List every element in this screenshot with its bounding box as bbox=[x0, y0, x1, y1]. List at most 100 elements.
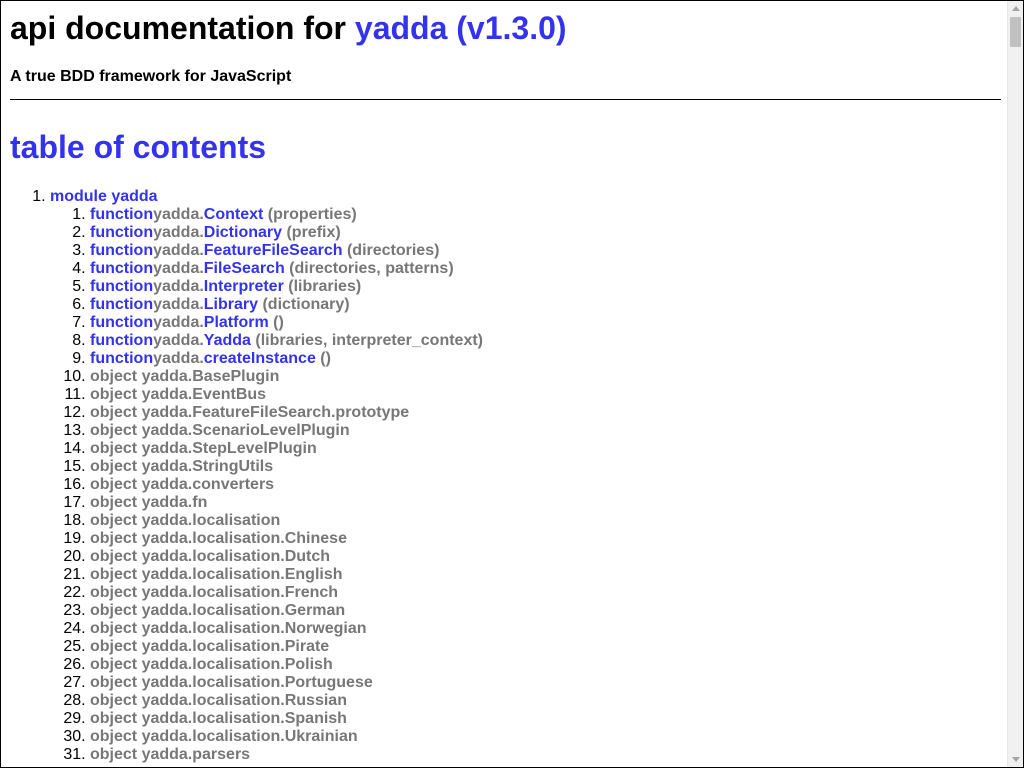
object-item: object yadda.ScenarioLevelPlugin bbox=[90, 422, 483, 440]
object-label: object yadda.localisation bbox=[90, 512, 281, 529]
function-keyword-link[interactable]: function bbox=[90, 260, 153, 277]
function-name-link[interactable]: Interpreter bbox=[204, 278, 284, 295]
title-prefix: api documentation for bbox=[10, 10, 355, 46]
object-label: object yadda.BasePlugin bbox=[90, 368, 280, 385]
namespace-label: yadda. bbox=[153, 332, 204, 349]
object-label: object yadda.EventBus bbox=[90, 386, 267, 403]
object-item: object yadda.localisation.Russian bbox=[90, 692, 483, 710]
page-subtitle: A true BDD framework for JavaScript bbox=[10, 68, 292, 85]
page-frame: api documentation for yadda (v1.3.0) A t… bbox=[0, 0, 1024, 768]
function-name-link[interactable]: createInstance bbox=[204, 350, 316, 367]
object-item: object yadda.localisation bbox=[90, 512, 483, 530]
object-item: object yadda.EventBus bbox=[90, 386, 483, 404]
object-label: object yadda.localisation.Spanish bbox=[90, 710, 347, 727]
object-item: object yadda.FeatureFileSearch.prototype bbox=[90, 404, 483, 422]
object-label: object yadda.localisation.Norwegian bbox=[90, 620, 367, 637]
namespace-label: yadda. bbox=[153, 260, 204, 277]
object-label: object yadda.localisation.Polish bbox=[90, 656, 333, 673]
object-item: object yadda.localisation.Portuguese bbox=[90, 674, 483, 692]
namespace-label: yadda. bbox=[153, 350, 204, 367]
function-name-link[interactable]: Context bbox=[204, 206, 264, 223]
function-args: (libraries, interpreter_context) bbox=[250, 332, 483, 349]
scroll-up-icon[interactable] bbox=[1012, 6, 1020, 11]
function-keyword-link[interactable]: function bbox=[90, 332, 153, 349]
function-name-link[interactable]: Platform bbox=[204, 314, 269, 331]
object-item: object yadda.localisation.Ukrainian bbox=[90, 728, 483, 746]
function-args: (prefix) bbox=[282, 224, 341, 241]
function-item: functionyadda.Platform () bbox=[90, 314, 483, 332]
scroll-thumb[interactable] bbox=[1010, 17, 1021, 47]
object-label: object yadda.ScenarioLevelPlugin bbox=[90, 422, 350, 439]
object-label: object yadda.converters bbox=[90, 476, 275, 493]
object-item: object yadda.fn bbox=[90, 494, 483, 512]
page-title: api documentation for yadda (v1.3.0) bbox=[10, 9, 567, 47]
object-item: object yadda.StringUtils bbox=[90, 458, 483, 476]
function-name-link[interactable]: FeatureFileSearch bbox=[204, 242, 343, 259]
function-keyword-link[interactable]: function bbox=[90, 224, 153, 241]
namespace-label: yadda. bbox=[153, 242, 204, 259]
function-args: (directories, patterns) bbox=[284, 260, 454, 277]
namespace-label: yadda. bbox=[153, 314, 204, 331]
member-list: functionyadda.Context (properties)functi… bbox=[50, 206, 483, 764]
object-label: object yadda.StepLevelPlugin bbox=[90, 440, 317, 457]
object-label: object yadda.fn bbox=[90, 494, 208, 511]
project-link[interactable]: yadda (v1.3.0) bbox=[355, 10, 567, 46]
object-label: object yadda.localisation.English bbox=[90, 566, 343, 583]
object-item: object yadda.parsers bbox=[90, 746, 483, 764]
header-divider bbox=[10, 99, 1001, 100]
object-label: object yadda.localisation.Chinese bbox=[90, 530, 347, 547]
object-label: object yadda.localisation.Dutch bbox=[90, 548, 331, 565]
object-item: object yadda.localisation.German bbox=[90, 602, 483, 620]
function-keyword-link[interactable]: function bbox=[90, 242, 153, 259]
function-item: functionyadda.Library (dictionary) bbox=[90, 296, 483, 314]
object-label: object yadda.parsers bbox=[90, 746, 251, 763]
object-item: object yadda.localisation.English bbox=[90, 566, 483, 584]
function-keyword-link[interactable]: function bbox=[90, 206, 153, 223]
function-keyword-link[interactable]: function bbox=[90, 350, 153, 367]
object-label: object yadda.StringUtils bbox=[90, 458, 274, 475]
object-label: object yadda.localisation.Portuguese bbox=[90, 674, 373, 691]
function-item: functionyadda.createInstance () bbox=[90, 350, 483, 368]
object-label: object yadda.localisation.Ukrainian bbox=[90, 728, 358, 745]
function-args: () bbox=[268, 314, 284, 331]
namespace-label: yadda. bbox=[153, 278, 204, 295]
function-args: (properties) bbox=[263, 206, 357, 223]
object-label: object yadda.localisation.German bbox=[90, 602, 346, 619]
scroll-down-icon[interactable] bbox=[1012, 757, 1020, 762]
function-item: functionyadda.FeatureFileSearch (directo… bbox=[90, 242, 483, 260]
object-item: object yadda.localisation.Polish bbox=[90, 656, 483, 674]
function-item: functionyadda.Dictionary (prefix) bbox=[90, 224, 483, 242]
function-item: functionyadda.FileSearch (directories, p… bbox=[90, 260, 483, 278]
function-name-link[interactable]: FileSearch bbox=[204, 260, 285, 277]
function-keyword-link[interactable]: function bbox=[90, 314, 153, 331]
function-item: functionyadda.Interpreter (libraries) bbox=[90, 278, 483, 296]
module-link[interactable]: module yadda bbox=[50, 188, 158, 205]
object-item: object yadda.localisation.Pirate bbox=[90, 638, 483, 656]
function-name-link[interactable]: Yadda bbox=[204, 332, 251, 349]
object-label: object yadda.localisation.French bbox=[90, 584, 339, 601]
function-args: (dictionary) bbox=[258, 296, 350, 313]
object-item: object yadda.localisation.Norwegian bbox=[90, 620, 483, 638]
function-args: (libraries) bbox=[283, 278, 362, 295]
function-keyword-link[interactable]: function bbox=[90, 278, 153, 295]
object-label: object yadda.FeatureFileSearch.prototype bbox=[90, 404, 410, 421]
object-label: object yadda.localisation.Russian bbox=[90, 692, 347, 709]
object-item: object yadda.converters bbox=[90, 476, 483, 494]
function-args: (directories) bbox=[342, 242, 440, 259]
function-name-link[interactable]: Dictionary bbox=[204, 224, 282, 241]
function-name-link[interactable]: Library bbox=[204, 296, 258, 313]
object-item: object yadda.localisation.Spanish bbox=[90, 710, 483, 728]
vertical-scrollbar[interactable] bbox=[1007, 1, 1023, 767]
function-args: () bbox=[315, 350, 331, 367]
function-keyword-link[interactable]: function bbox=[90, 296, 153, 313]
namespace-label: yadda. bbox=[153, 224, 204, 241]
toc-heading: table of contents bbox=[10, 129, 267, 165]
object-item: object yadda.localisation.Dutch bbox=[90, 548, 483, 566]
function-item: functionyadda.Yadda (libraries, interpre… bbox=[90, 332, 483, 350]
object-item: object yadda.BasePlugin bbox=[90, 368, 483, 386]
object-item: object yadda.localisation.Chinese bbox=[90, 530, 483, 548]
namespace-label: yadda. bbox=[153, 206, 204, 223]
object-item: object yadda.StepLevelPlugin bbox=[90, 440, 483, 458]
namespace-label: yadda. bbox=[153, 296, 204, 313]
object-label: object yadda.localisation.Pirate bbox=[90, 638, 330, 655]
